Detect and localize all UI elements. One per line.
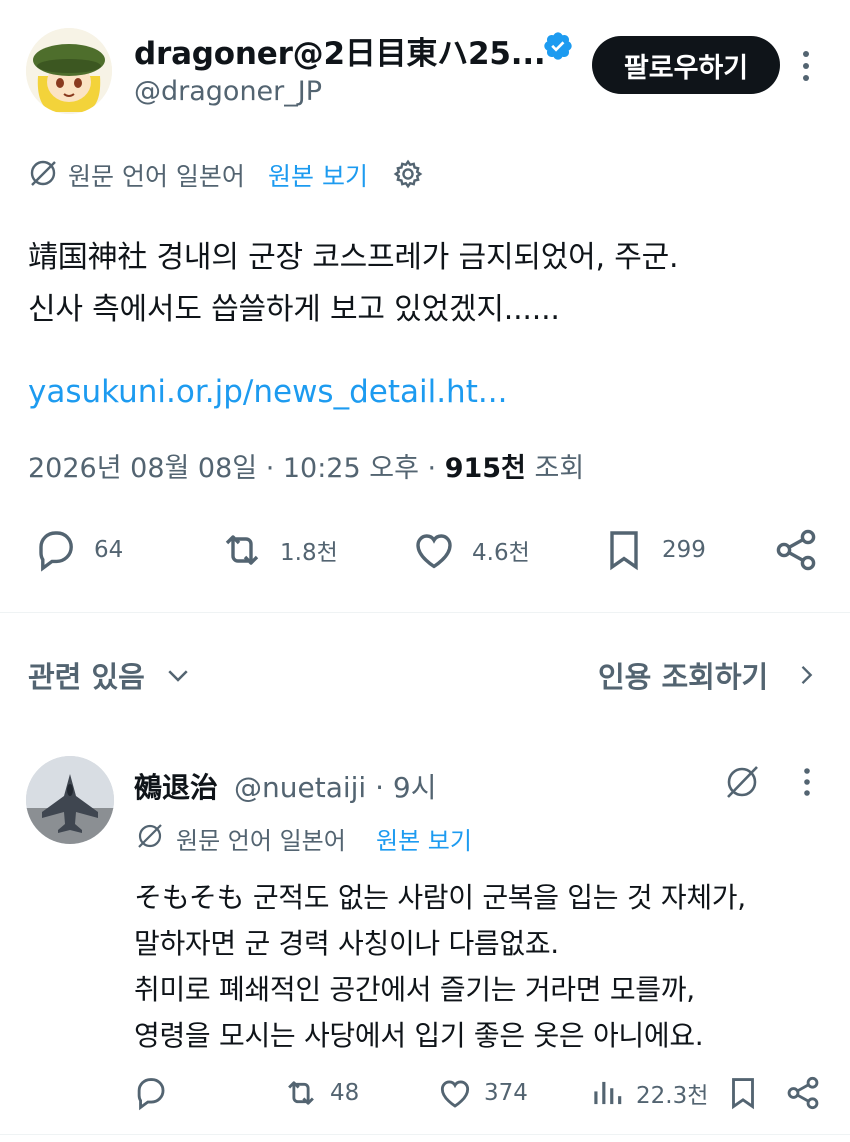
translate-icon[interactable] (722, 762, 762, 802)
related-label: 관련 있음 (28, 660, 145, 694)
reply-text-line: 말하자면 군 경력 사칭이나 다름없죠. (134, 927, 559, 960)
show-original-link[interactable]: 원본 보기 (268, 157, 368, 193)
related-dropdown[interactable]: 관련 있음 (28, 654, 193, 696)
more-icon[interactable] (798, 766, 816, 798)
more-icon[interactable] (796, 48, 816, 84)
share-button[interactable] (772, 526, 820, 574)
bookmark-icon (610, 531, 638, 571)
views-label: 조회 (534, 453, 585, 484)
reply-show-original-link[interactable]: 원본 보기 (376, 821, 472, 856)
reply-author-handle[interactable]: @nuetaiji · 9시 (234, 766, 436, 806)
reply-repost-count: 48 (330, 1080, 360, 1106)
tweet-timestamp[interactable]: 2026년 08월 08일 · 10:25 오후 · (28, 453, 445, 484)
views-icon (594, 1081, 622, 1105)
bookmark-count: 299 (662, 537, 706, 563)
reply-icon (137, 1078, 165, 1111)
like-icon (416, 534, 452, 569)
verified-badge-icon (542, 30, 574, 62)
tweet-text-line: 신사 측에서도 씁쓸하게 보고 있었겠지...... (28, 292, 560, 327)
follow-button[interactable]: 팔로우하기 (592, 36, 780, 94)
translate-icon (136, 822, 164, 850)
reply-views-button[interactable]: 22.3천 (588, 1074, 708, 1112)
reply-share-button[interactable] (784, 1074, 822, 1112)
chevron-down-icon (168, 670, 188, 682)
views-count: 915천 (444, 453, 526, 484)
bookmark-icon (732, 1078, 754, 1110)
repost-count: 1.8천 (280, 540, 338, 566)
reply-avatar[interactable] (26, 756, 114, 844)
reply-text-line: 영령을 모시는 사당에서 입기 좋은 옷은 아니에요. (134, 1019, 704, 1052)
reply-bookmark-button[interactable] (724, 1074, 762, 1112)
translate-icon (28, 158, 58, 188)
chevron-right-icon (801, 666, 813, 684)
like-button[interactable]: 4.6천 (410, 526, 530, 574)
divider (0, 1134, 850, 1135)
author-name[interactable]: dragoner@2日目東ハ25... (134, 28, 546, 73)
reply-button[interactable]: 64 (32, 526, 123, 574)
gear-icon[interactable] (392, 158, 424, 190)
tweet-link[interactable]: yasukuni.or.jp/news_detail.ht... (28, 374, 507, 410)
reply-count: 64 (94, 537, 124, 563)
tweet-meta: 2026년 08월 08일 · 10:25 오후 · 915천 조회 (28, 446, 584, 485)
reply-like-button[interactable]: 374 (436, 1074, 528, 1112)
reply-icon (39, 531, 73, 572)
reply-author-name[interactable]: 鵺退治 (134, 766, 218, 806)
quotes-label: 인용 조회하기 (598, 660, 769, 694)
author-avatar[interactable] (26, 28, 112, 114)
reply-text-line: 취미로 폐쇄적인 공간에서 즐기는 거라면 모를까, (134, 973, 695, 1006)
repost-button[interactable]: 1.8천 (218, 526, 338, 574)
repost-icon (288, 1081, 314, 1105)
reply-views-count: 22.3천 (636, 1083, 709, 1109)
reply-like-count: 374 (484, 1080, 528, 1106)
tweet-text-line: 靖国神社 경내의 군장 코스프레가 금지되었어, 주군. (28, 240, 679, 275)
divider (0, 612, 850, 613)
like-icon (440, 1080, 470, 1108)
reply-text-line: そもそも 군적도 없는 사람이 군복을 입는 것 자체가, (134, 881, 746, 914)
bookmark-button[interactable]: 299 (600, 526, 706, 574)
repost-icon (225, 535, 259, 565)
author-handle[interactable]: @dragoner_JP (134, 76, 322, 107)
reply-reply-button[interactable] (132, 1074, 170, 1112)
reply-repost-button[interactable]: 48 (282, 1074, 359, 1112)
like-count: 4.6천 (472, 540, 530, 566)
reply-translation-language: 원문 언어 일본어 (176, 827, 346, 855)
share-icon (787, 1076, 819, 1110)
share-icon (776, 529, 816, 571)
view-quotes-link[interactable]: 인용 조회하기 (598, 654, 820, 696)
translation-language: 원문 언어 일본어 (68, 162, 245, 191)
